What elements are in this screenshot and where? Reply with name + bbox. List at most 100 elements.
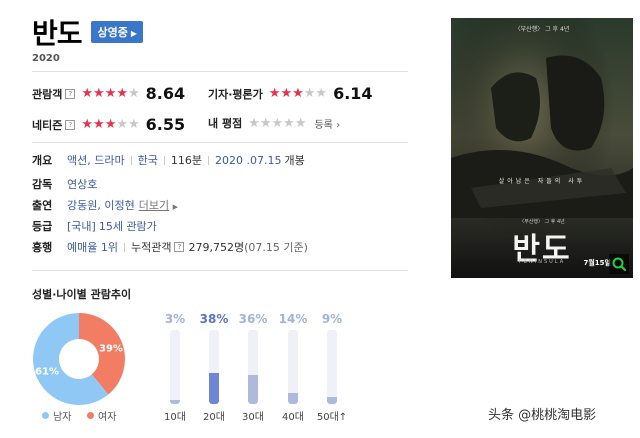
rating-label: 네티즌 <box>32 118 63 132</box>
poster-date: 7월15일 <box>583 259 612 267</box>
chevron-right-icon: ▶ <box>130 29 138 38</box>
star-icon: ★ <box>315 86 328 101</box>
age-column: 38% <box>196 312 232 326</box>
separator <box>130 155 132 165</box>
legend-item-male: 남자 <box>42 408 71 423</box>
status-label: 상영중 <box>97 26 128 39</box>
info-label: 개요 <box>32 154 53 167</box>
genre-link[interactable]: 액션, 드라마 <box>67 152 125 168</box>
separator <box>123 242 125 252</box>
star-icon: ★ <box>81 117 94 132</box>
star-icon: ★ <box>259 115 272 131</box>
director-link[interactable]: 연상호 <box>67 176 97 192</box>
rating-score: 6.55 <box>145 115 186 134</box>
help-icon[interactable]: ? <box>65 88 76 99</box>
age-bar-fill <box>209 373 219 404</box>
age-column: 3% <box>157 312 193 326</box>
release-date-link[interactable]: 2020 .07.15 <box>215 154 281 167</box>
age-label: 40대 <box>282 412 304 423</box>
gender-pie: 39% 61% <box>32 313 125 405</box>
rating-label: 기자·평론가 <box>208 87 263 101</box>
register-label: 등록 <box>314 119 333 131</box>
star-icon: ★ <box>104 117 117 132</box>
age-column: 36% <box>235 312 271 326</box>
star-icon: ★ <box>116 117 128 132</box>
separator <box>207 155 209 165</box>
rating-label: 내 평점 <box>208 117 243 130</box>
star-icon: ★ <box>280 86 293 101</box>
help-icon[interactable]: ? <box>65 119 76 130</box>
magnifier-icon <box>612 257 627 272</box>
star-icon: ★ <box>294 115 307 131</box>
reservation-rank-link[interactable]: 예매율 1위 <box>67 239 118 255</box>
star-icon: ★ <box>248 115 260 131</box>
country-link[interactable]: 한국 <box>138 152 158 168</box>
star-rating: ★ ★ ★ ★ ★ <box>81 118 139 131</box>
star-icon: ★ <box>104 86 117 101</box>
age-pct-label: 9% <box>321 312 343 326</box>
legend-label: 남자 <box>53 412 72 423</box>
star-icon: ★ <box>93 86 105 101</box>
star-icon: ★ <box>128 86 140 101</box>
rating-netizen: 네티즌 ? ★ ★ ★ ★ ★ 6.55 <box>32 115 185 134</box>
rating-audience: 관람객 ? ★ ★ ★ ★ ★ 8.64 <box>32 84 185 103</box>
poster-top-text: 〈부산행〉 그 후 4년 <box>514 26 570 33</box>
title-row: 반도 상영중 ▶ <box>32 12 144 52</box>
star-icon: ★ <box>303 86 316 101</box>
age-pct-label: 38% <box>199 312 229 326</box>
rating-score: 8.64 <box>145 84 186 103</box>
legend-label: 여자 <box>98 412 117 423</box>
age-pct-label: 14% <box>278 312 308 326</box>
age-bar-fill <box>248 375 258 404</box>
register-rating-link[interactable]: 등록 › <box>314 116 340 131</box>
section-title: 성별·나이별 관람추이 <box>32 288 132 301</box>
release-suffix: 개봉 <box>284 154 305 167</box>
cast-more-link[interactable]: 더보기 ▶ <box>139 197 178 213</box>
zoom-button[interactable] <box>609 254 629 274</box>
pie-label: 39% <box>99 343 123 354</box>
separator <box>163 155 165 165</box>
age-bar-track <box>170 330 180 404</box>
divider <box>32 270 408 271</box>
cast-link[interactable]: 강동원, 이정현 <box>67 197 135 213</box>
rating-score: 6.14 <box>333 84 373 103</box>
age-column: 9% <box>314 312 350 326</box>
pie-label: 61% <box>35 367 59 378</box>
star-icon: ★ <box>116 86 128 101</box>
status-badge[interactable]: 상영중 ▶ <box>90 21 144 43</box>
age-bar-fill <box>170 400 180 404</box>
runtime: 116분 <box>170 154 202 167</box>
legend-item-female: 여자 <box>87 408 116 423</box>
male-dot <box>42 412 49 419</box>
star-icon: ★ <box>283 115 295 131</box>
release-year: 2020 <box>32 53 60 64</box>
age-pct-label: 36% <box>238 312 268 326</box>
movie-poster[interactable]: 〈부산행〉 그 후 4년 살아남은 자들의 사투 〈부산행〉 그 후 4년 반도… <box>451 18 633 278</box>
age-column: 14% <box>275 312 311 326</box>
grade-link[interactable]: 15세 관람가 <box>99 218 157 234</box>
star-icon: ★ <box>271 115 284 131</box>
female-dot <box>87 412 94 419</box>
info-row-grade: 등급 [국내] 15세 관람가 <box>32 218 157 234</box>
info-label: 출연 <box>32 199 53 212</box>
info-row-boxoffice: 흥행 예매율 1위 누적관객 ? 279,752명 (07.15 기준) <box>32 239 308 255</box>
gender-pie-chart: 39% 61% <box>32 312 126 406</box>
age-bar-fill <box>327 397 337 404</box>
star-rating: ★ ★ ★ ★ ★ <box>269 87 327 100</box>
star-rating: ★ ★ ★ ★ ★ <box>81 87 139 100</box>
age-bar-fill <box>288 393 298 404</box>
age-bar-track <box>327 330 337 404</box>
star-icon: ★ <box>93 117 105 132</box>
star-icon: ★ <box>128 117 140 132</box>
rating-my: 내 평점 ★ ★ ★ ★ ★ 등록 › <box>208 115 340 131</box>
info-label: 감독 <box>32 178 53 191</box>
info-label: 등급 <box>32 220 53 233</box>
rating-label: 관람객 <box>32 87 63 101</box>
caret-right-icon: ▶ <box>172 203 178 211</box>
info-label: 흥행 <box>32 241 53 254</box>
star-rating-input[interactable]: ★ ★ ★ ★ ★ <box>248 117 306 130</box>
help-icon[interactable]: ? <box>174 242 185 252</box>
info-row-overview: 개요 액션, 드라마 한국 116분 2020 .07.15 개봉 <box>32 152 305 168</box>
divider <box>32 142 408 143</box>
cumulative-count: 279,752명 <box>188 241 245 254</box>
